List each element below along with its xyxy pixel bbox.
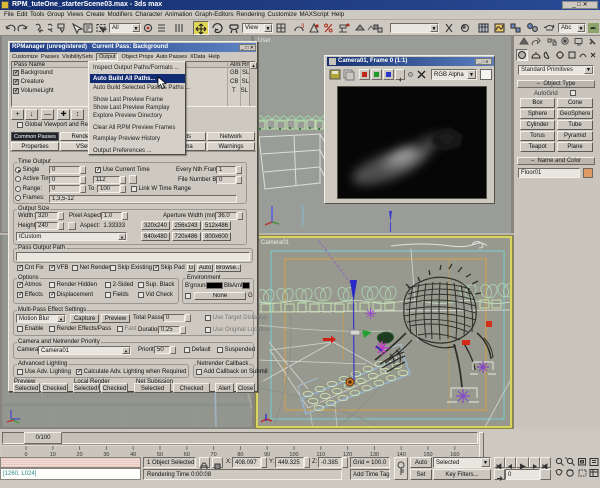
svg-text:3: 3 bbox=[301, 24, 305, 30]
